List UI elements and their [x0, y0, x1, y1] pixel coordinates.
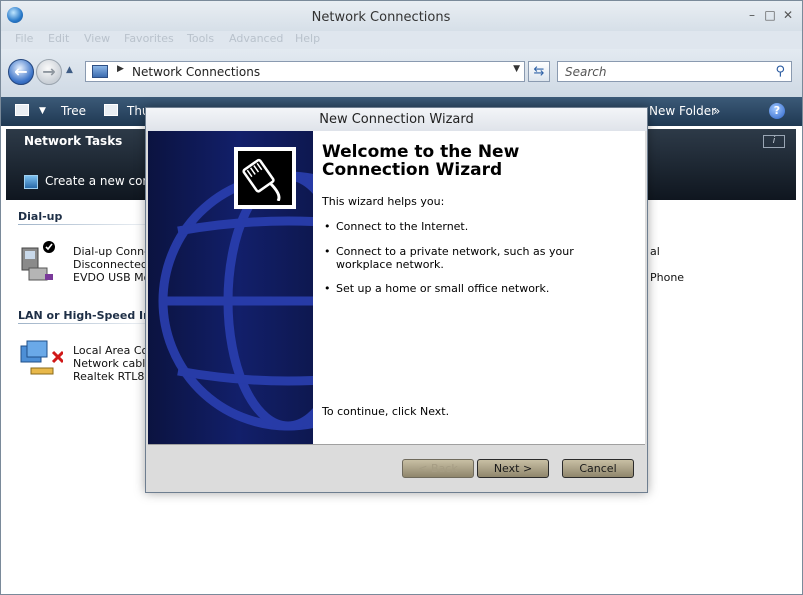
cancel-button[interactable]: Cancel: [562, 459, 634, 478]
dialup-device: EVDO USB Mo: [73, 271, 151, 284]
bullet-text: Connect to a private network, such as yo…: [336, 245, 574, 271]
window-title: Network Connections: [311, 10, 451, 25]
toolbar-new-folder[interactable]: New Folder: [649, 104, 716, 118]
refresh-icon: ⇆: [533, 64, 545, 79]
address-bar[interactable]: ▶ Network Connections ▼: [85, 61, 525, 82]
address-toolbar: ← → ▲ ▶ Network Connections ▼ ⇆ Search ⚲: [1, 49, 802, 97]
next-button[interactable]: Next >: [477, 459, 549, 478]
wizard-heading: Welcome to the New Connection Wizard: [322, 142, 520, 180]
wizard-continue-text: To continue, click Next.: [322, 405, 450, 418]
chevron-down-icon[interactable]: ▼: [513, 64, 520, 74]
dialup-name: Dial-up Conne: [73, 245, 151, 258]
network-tasks-title: Network Tasks: [24, 134, 123, 148]
wizard-banner: [148, 131, 313, 444]
search-placeholder: Search: [565, 65, 607, 79]
dialog-divider: [148, 444, 645, 445]
toolbar-more[interactable]: »: [713, 104, 720, 118]
create-connection-link[interactable]: Create a new conne: [24, 174, 165, 189]
bullet-text: Set up a home or small office network.: [336, 282, 550, 295]
recent-pages-icon[interactable]: ▲: [66, 65, 73, 75]
search-input[interactable]: Search ⚲: [557, 61, 792, 82]
wizard-intro: This wizard helps you:: [322, 195, 445, 208]
dialog-body: Welcome to the New Connection Wizard Thi…: [148, 131, 645, 444]
dialog-title: New Connection Wizard: [146, 108, 647, 131]
bullet-text: Connect to the Internet.: [336, 220, 469, 233]
lan-network-icon[interactable]: [19, 338, 65, 382]
menu-favorites[interactable]: Favorites: [124, 32, 174, 45]
dialup-connection-item-2[interactable]: al Phone: [650, 245, 684, 284]
wizard-cable-icon: [234, 147, 296, 209]
breadcrumb-arrow-icon[interactable]: ▶: [117, 64, 124, 74]
help-icon[interactable]: ?: [769, 103, 785, 119]
group-header-dialup: Dial-up: [18, 210, 63, 223]
back-button[interactable]: < Back: [402, 459, 474, 478]
back-arrow-icon: ←: [14, 62, 28, 81]
refresh-button[interactable]: ⇆: [528, 61, 550, 82]
menu-help[interactable]: Help: [295, 32, 320, 45]
network-folder-icon: [92, 65, 108, 78]
back-button[interactable]: ←: [8, 59, 34, 85]
dialup-modem-icon[interactable]: [19, 240, 59, 284]
close-button[interactable]: ✕: [781, 8, 795, 22]
menu-advanced[interactable]: Advanced: [229, 32, 283, 45]
menu-bar: File Edit View Favorites Tools Advanced …: [1, 31, 802, 49]
menu-view[interactable]: View: [84, 32, 110, 45]
title-bar: Network Connections – □ ✕: [1, 1, 802, 31]
dialup-status: Disconnected: [73, 258, 148, 271]
forward-arrow-icon: →: [42, 62, 56, 81]
dialup2-name: al: [650, 245, 660, 258]
search-icon[interactable]: ⚲: [775, 64, 785, 79]
info-icon[interactable]: i: [763, 135, 785, 148]
toolbar-tree[interactable]: Tree: [61, 104, 86, 118]
dialup2-device: Phone: [650, 271, 685, 284]
dialup2-status: [650, 258, 684, 271]
menu-edit[interactable]: Edit: [48, 32, 69, 45]
menu-file[interactable]: File: [15, 32, 33, 45]
address-location: Network Connections: [132, 65, 261, 79]
maximize-button[interactable]: □: [763, 8, 777, 22]
menu-tools[interactable]: Tools: [187, 32, 214, 45]
new-connection-icon: [24, 174, 38, 189]
thumbnails-icon[interactable]: [104, 104, 118, 116]
new-connection-wizard-dialog: New Connection Wizard Welcome to the New…: [145, 107, 648, 493]
minimize-button[interactable]: –: [745, 8, 759, 22]
views-icon[interactable]: [15, 104, 29, 116]
dialup-connection-item[interactable]: Dial-up Conne Disconnected EVDO USB Mo: [73, 245, 151, 284]
forward-button[interactable]: →: [36, 59, 62, 85]
views-dropdown-icon[interactable]: ▼: [39, 106, 46, 116]
